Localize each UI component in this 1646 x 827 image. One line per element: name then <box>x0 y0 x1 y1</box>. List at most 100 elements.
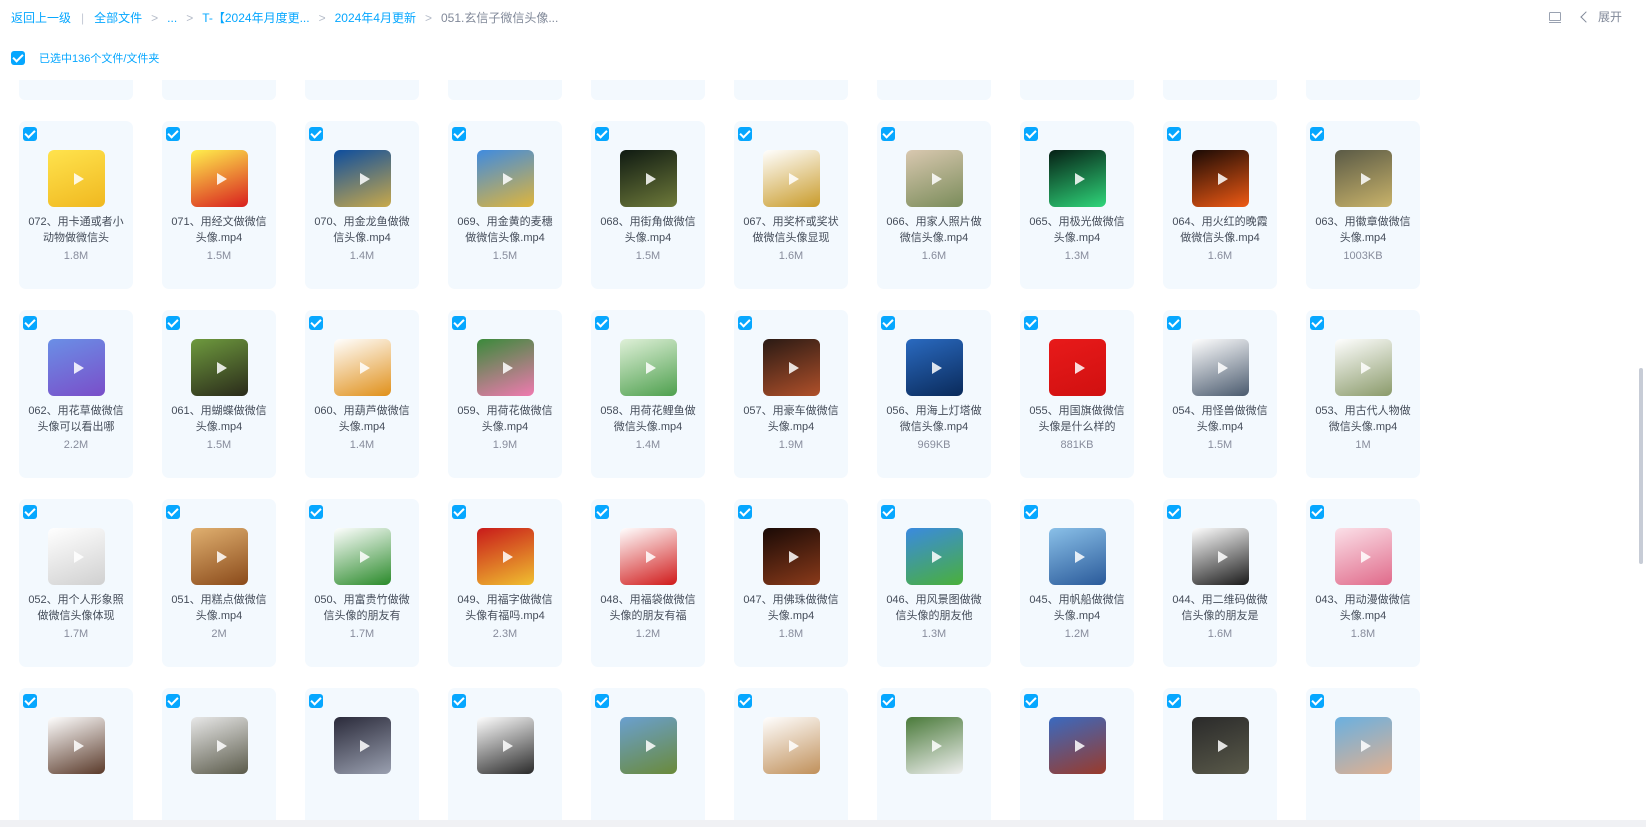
file-card-partial[interactable] <box>1020 80 1134 100</box>
file-checkbox[interactable] <box>452 694 466 708</box>
video-thumbnail[interactable] <box>763 150 820 207</box>
file-name[interactable]: 054、用怪兽做微信头像.mp4 <box>1169 403 1271 435</box>
crumb-all-files[interactable]: 全部文件 <box>94 9 142 26</box>
video-thumbnail[interactable] <box>906 339 963 396</box>
file-name[interactable] <box>1026 781 1128 813</box>
file-card[interactable] <box>591 688 705 822</box>
file-card[interactable]: 050、用富贵竹做微信头像的朋友有 1.7M <box>305 499 419 667</box>
file-name[interactable]: 065、用极光做微信头像.mp4 <box>1026 214 1128 246</box>
file-checkbox[interactable] <box>1167 505 1181 519</box>
video-thumbnail[interactable] <box>191 717 248 774</box>
video-thumbnail[interactable] <box>334 528 391 585</box>
file-name[interactable] <box>740 781 842 813</box>
file-card[interactable] <box>1306 688 1420 822</box>
file-card-partial[interactable] <box>1163 80 1277 100</box>
chevron-left-icon[interactable] <box>1580 10 1592 23</box>
video-thumbnail[interactable] <box>1049 528 1106 585</box>
file-checkbox[interactable] <box>1310 316 1324 330</box>
video-thumbnail[interactable] <box>334 339 391 396</box>
file-name[interactable]: 059、用荷花做微信头像.mp4 <box>454 403 556 435</box>
file-checkbox[interactable] <box>309 505 323 519</box>
file-name[interactable] <box>311 781 413 813</box>
file-name[interactable]: 053、用古代人物做微信头像.mp4 <box>1312 403 1414 435</box>
file-card[interactable]: 061、用蝴蝶做微信头像.mp4 1.5M <box>162 310 276 478</box>
file-checkbox[interactable] <box>738 694 752 708</box>
file-card[interactable] <box>1020 688 1134 822</box>
file-name[interactable]: 046、用风景图做微信头像的朋友他 <box>883 592 985 624</box>
expand-button[interactable]: 展开 <box>1598 8 1622 25</box>
video-thumbnail[interactable] <box>620 339 677 396</box>
video-thumbnail[interactable] <box>763 717 820 774</box>
crumb-april[interactable]: 2024年4月更新 <box>335 9 416 26</box>
video-thumbnail[interactable] <box>191 150 248 207</box>
file-checkbox[interactable] <box>881 316 895 330</box>
video-thumbnail[interactable] <box>1335 528 1392 585</box>
file-card[interactable]: 069、用金黄的麦穗做微信头像.mp4 1.5M <box>448 121 562 289</box>
file-name[interactable]: 064、用火红的晚霞做微信头像.mp4 <box>1169 214 1271 246</box>
file-name[interactable]: 066、用家人照片做微信头像.mp4 <box>883 214 985 246</box>
file-checkbox[interactable] <box>881 694 895 708</box>
file-name[interactable]: 072、用卡通或者小动物做微信头 <box>25 214 127 246</box>
file-card[interactable]: 067、用奖杯或奖状做微信头像显现 1.6M <box>734 121 848 289</box>
file-checkbox[interactable] <box>166 316 180 330</box>
file-card[interactable]: 062、用花草做微信头像可以看出哪 2.2M <box>19 310 133 478</box>
file-card-partial[interactable] <box>1306 80 1420 100</box>
file-card[interactable]: 049、用福字做微信头像有福吗.mp4 2.3M <box>448 499 562 667</box>
file-card[interactable]: 056、用海上灯塔做微信头像.mp4 969KB <box>877 310 991 478</box>
file-card[interactable] <box>877 688 991 822</box>
file-card[interactable] <box>19 688 133 822</box>
file-checkbox[interactable] <box>452 127 466 141</box>
file-card-partial[interactable] <box>877 80 991 100</box>
video-thumbnail[interactable] <box>48 150 105 207</box>
file-name[interactable] <box>1312 781 1414 813</box>
file-checkbox[interactable] <box>738 316 752 330</box>
file-checkbox[interactable] <box>166 694 180 708</box>
file-card[interactable]: 060、用葫芦做微信头像.mp4 1.4M <box>305 310 419 478</box>
video-thumbnail[interactable] <box>1192 150 1249 207</box>
video-thumbnail[interactable] <box>334 150 391 207</box>
file-card[interactable]: 052、用个人形象照做微信头像体现 1.7M <box>19 499 133 667</box>
file-name[interactable]: 061、用蝴蝶做微信头像.mp4 <box>168 403 270 435</box>
file-name[interactable] <box>25 781 127 813</box>
file-checkbox[interactable] <box>23 505 37 519</box>
scrollbar[interactable] <box>1638 82 1646 782</box>
video-thumbnail[interactable] <box>620 717 677 774</box>
file-card[interactable]: 047、用佛珠做微信头像.mp4 1.8M <box>734 499 848 667</box>
file-name[interactable]: 049、用福字做微信头像有福吗.mp4 <box>454 592 556 624</box>
file-card[interactable]: 045、用帆船做微信头像.mp4 1.2M <box>1020 499 1134 667</box>
file-checkbox[interactable] <box>881 505 895 519</box>
file-name[interactable]: 051、用糕点做微信头像.mp4 <box>168 592 270 624</box>
file-card[interactable]: 043、用动漫做微信头像.mp4 1.8M <box>1306 499 1420 667</box>
file-card[interactable]: 059、用荷花做微信头像.mp4 1.9M <box>448 310 562 478</box>
file-name[interactable]: 056、用海上灯塔做微信头像.mp4 <box>883 403 985 435</box>
file-name[interactable]: 070、用金龙鱼做微信头像.mp4 <box>311 214 413 246</box>
video-thumbnail[interactable] <box>477 150 534 207</box>
video-thumbnail[interactable] <box>334 717 391 774</box>
file-card-partial[interactable] <box>591 80 705 100</box>
file-name[interactable]: 057、用豪车做微信头像.mp4 <box>740 403 842 435</box>
file-checkbox[interactable] <box>1310 505 1324 519</box>
file-card[interactable]: 046、用风景图做微信头像的朋友他 1.3M <box>877 499 991 667</box>
video-thumbnail[interactable] <box>1192 528 1249 585</box>
file-checkbox[interactable] <box>166 127 180 141</box>
video-thumbnail[interactable] <box>1049 150 1106 207</box>
video-thumbnail[interactable] <box>1335 150 1392 207</box>
file-card[interactable] <box>448 688 562 822</box>
file-name[interactable]: 050、用富贵竹做微信头像的朋友有 <box>311 592 413 624</box>
file-card-partial[interactable] <box>162 80 276 100</box>
file-card[interactable] <box>1163 688 1277 822</box>
file-name[interactable] <box>454 781 556 813</box>
file-card-partial[interactable] <box>19 80 133 100</box>
scrollbar-thumb[interactable] <box>1639 368 1643 564</box>
file-name[interactable]: 062、用花草做微信头像可以看出哪 <box>25 403 127 435</box>
file-card[interactable]: 065、用极光做微信头像.mp4 1.3M <box>1020 121 1134 289</box>
file-card[interactable]: 068、用街角做微信头像.mp4 1.5M <box>591 121 705 289</box>
file-checkbox[interactable] <box>595 127 609 141</box>
file-card[interactable]: 058、用荷花鲤鱼做微信头像.mp4 1.4M <box>591 310 705 478</box>
file-card[interactable]: 055、用国旗做微信头像是什么样的 881KB <box>1020 310 1134 478</box>
file-name[interactable]: 045、用帆船做微信头像.mp4 <box>1026 592 1128 624</box>
file-name[interactable]: 048、用福袋做微信头像的朋友有福 <box>597 592 699 624</box>
file-card[interactable] <box>305 688 419 822</box>
layout-icon[interactable] <box>1548 11 1562 23</box>
video-thumbnail[interactable] <box>620 150 677 207</box>
